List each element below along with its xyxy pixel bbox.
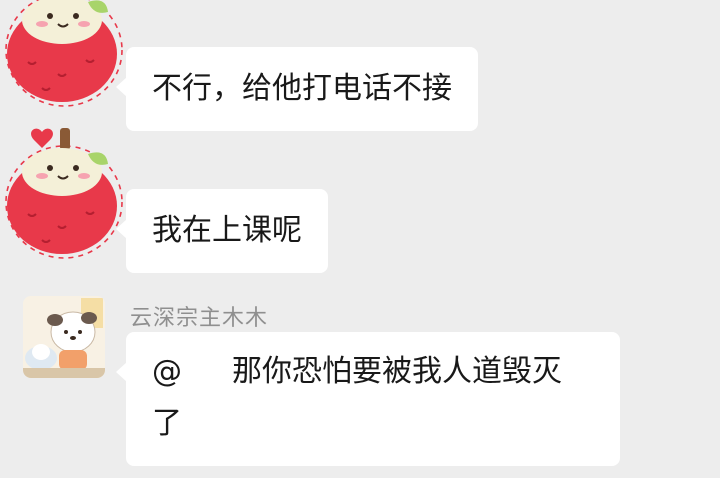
message-bubble[interactable]: @ 那你恐怕要被我人道毁灭 了 — [116, 332, 620, 466]
apple-avatar-icon[interactable] — [0, 0, 130, 112]
message-text: 不行，给他打电话不接 — [152, 71, 452, 106]
message-text: 我在上课呢 — [152, 213, 302, 248]
message-text: 那你恐怕要被我人道毁灭 — [232, 354, 562, 389]
sender-name: 云深宗主木木 — [130, 306, 269, 331]
message-text-line: @ 那你恐怕要被我人道毁灭 — [152, 346, 594, 398]
message-text-line: 了 — [152, 406, 182, 441]
message-bubble[interactable]: 我在上课呢 — [116, 189, 328, 273]
chat-view: 不行，给他打电话不接 我在上课呢 云深宗主木木 @ 那你恐怕要被我人道毁灭 了 — [0, 0, 720, 478]
message-bubble[interactable]: 不行，给他打电话不接 — [116, 47, 478, 131]
apple-avatar-icon[interactable] — [0, 114, 130, 264]
mention-tag[interactable]: @ — [152, 354, 182, 389]
puppy-avatar-icon[interactable] — [23, 296, 105, 378]
